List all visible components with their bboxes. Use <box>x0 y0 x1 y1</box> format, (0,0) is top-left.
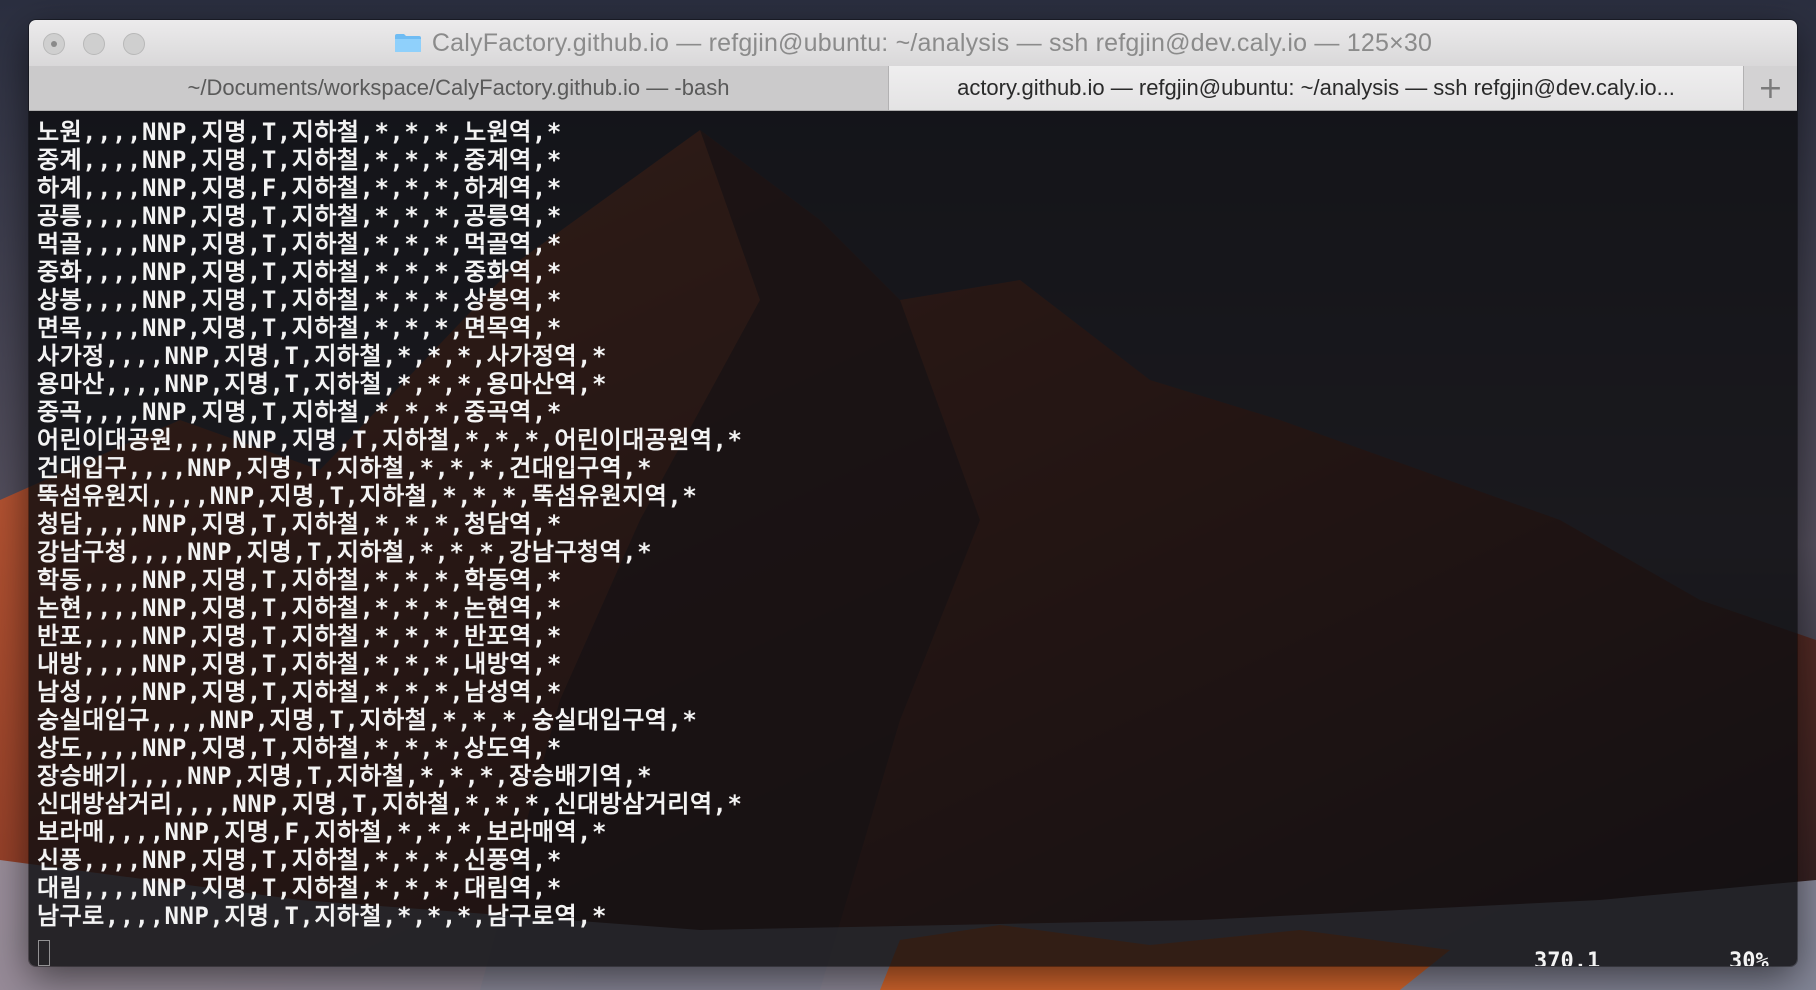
tab-label: ~/Documents/workspace/CalyFactory.github… <box>187 75 730 100</box>
output-line: 대림,,,,NNP,지명,T,지하철,*,*,*,대림역,* <box>37 874 562 902</box>
output-line: 용마산,,,,NNP,지명,T,지하철,*,*,*,용마산역,* <box>37 370 607 398</box>
output-lines: 노원,,,,NNP,지명,T,지하철,*,*,*,노원역,* 중계,,,,NNP… <box>37 118 742 930</box>
text-cursor <box>38 940 50 966</box>
output-line: 강남구청,,,,NNP,지명,T,지하철,*,*,*,강남구청역,* <box>37 538 653 566</box>
output-line: 보라매,,,,NNP,지명,F,지하철,*,*,*,보라매역,* <box>37 818 607 846</box>
output-line: 어린이대공원,,,,NNP,지명,T,지하철,*,*,*,어린이대공원역,* <box>37 426 743 454</box>
terminal-output[interactable]: 노원,,,,NNP,지명,T,지하철,*,*,*,노원역,* 중계,,,,NNP… <box>29 111 1797 966</box>
output-line: 장승배기,,,,NNP,지명,T,지하철,*,*,*,장승배기역,* <box>37 762 653 790</box>
window-title: CalyFactory.github.io — refgjin@ubuntu: … <box>431 28 1433 57</box>
output-line: 건대입구,,,,NNP,지명,T,지하철,*,*,*,건대입구역,* <box>37 454 653 482</box>
output-line: 학동,,,,NNP,지명,T,지하철,*,*,*,학동역,* <box>37 566 562 594</box>
output-line: 논현,,,,NNP,지명,T,지하철,*,*,*,논현역,* <box>37 594 562 622</box>
tab-bar: ~/Documents/workspace/CalyFactory.github… <box>29 66 1797 111</box>
output-line: 면목,,,,NNP,지명,T,지하철,*,*,*,면목역,* <box>37 314 562 342</box>
scroll-percent: 30% <box>1729 949 1769 966</box>
output-line: 신대방삼거리,,,,NNP,지명,T,지하철,*,*,*,신대방삼거리역,* <box>37 790 743 818</box>
tab-label: ...actory.github.io — refgjin@ubuntu: ~/… <box>957 75 1675 100</box>
new-tab-button[interactable]: + <box>1743 66 1797 110</box>
output-line: 내방,,,,NNP,지명,T,지하철,*,*,*,내방역,* <box>37 650 562 678</box>
cursor-position: 370,1 <box>1534 949 1601 966</box>
output-line: 중화,,,,NNP,지명,T,지하철,*,*,*,중화역,* <box>37 258 562 286</box>
output-line: 뚝섬유원지,,,,NNP,지명,T,지하철,*,*,*,뚝섬유원지역,* <box>37 482 698 510</box>
output-line: 청담,,,,NNP,지명,T,지하철,*,*,*,청담역,* <box>37 510 562 538</box>
output-line: 공릉,,,,NNP,지명,T,지하철,*,*,*,공릉역,* <box>37 202 562 230</box>
output-line: 사가정,,,,NNP,지명,T,지하철,*,*,*,사가정역,* <box>37 342 607 370</box>
output-line: 남성,,,,NNP,지명,T,지하철,*,*,*,남성역,* <box>37 678 562 706</box>
output-line: 상봉,,,,NNP,지명,T,지하철,*,*,*,상봉역,* <box>37 286 562 314</box>
output-line: 신풍,,,,NNP,지명,T,지하철,*,*,*,신풍역,* <box>37 846 562 874</box>
output-line: 중계,,,,NNP,지명,T,지하철,*,*,*,중계역,* <box>37 146 562 174</box>
output-line: 하계,,,,NNP,지명,F,지하철,*,*,*,하계역,* <box>37 174 562 202</box>
tab-bash[interactable]: ~/Documents/workspace/CalyFactory.github… <box>29 66 889 110</box>
output-line: 숭실대입구,,,,NNP,지명,T,지하철,*,*,*,숭실대입구역,* <box>37 706 698 734</box>
plus-icon: + <box>1757 70 1784 106</box>
terminal-window[interactable]: CalyFactory.github.io — refgjin@ubuntu: … <box>29 20 1797 966</box>
output-line: 상도,,,,NNP,지명,T,지하철,*,*,*,상도역,* <box>37 734 562 762</box>
output-line: 먹골,,,,NNP,지명,T,지하철,*,*,*,먹골역,* <box>37 230 562 258</box>
output-line: 노원,,,,NNP,지명,T,지하철,*,*,*,노원역,* <box>37 118 562 146</box>
output-line: 반포,,,,NNP,지명,T,지하철,*,*,*,반포역,* <box>37 622 562 650</box>
folder-icon <box>394 34 421 52</box>
tab-ssh[interactable]: ...actory.github.io — refgjin@ubuntu: ~/… <box>889 66 1743 110</box>
title-bar[interactable]: CalyFactory.github.io — refgjin@ubuntu: … <box>29 20 1797 67</box>
output-line: 중곡,,,,NNP,지명,T,지하철,*,*,*,중곡역,* <box>37 398 562 426</box>
output-line: 남구로,,,,NNP,지명,T,지하철,*,*,*,남구로역,* <box>37 902 607 930</box>
